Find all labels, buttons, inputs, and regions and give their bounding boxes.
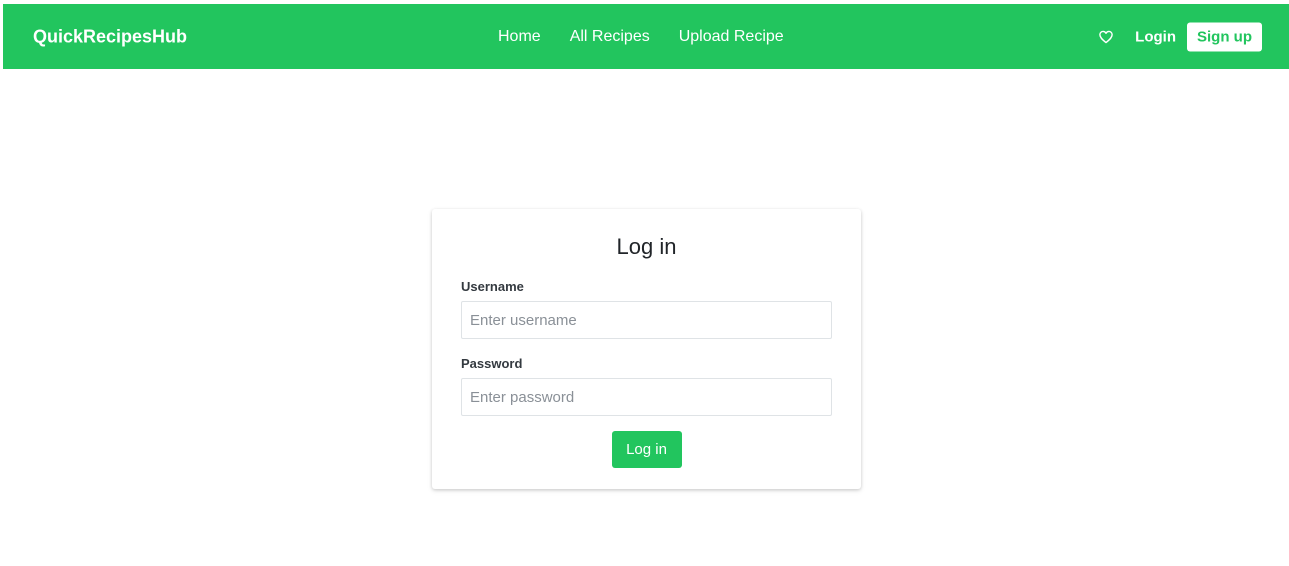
username-input[interactable]: [461, 301, 832, 339]
password-label: Password: [461, 356, 523, 371]
page: QuickRecipesHub Home All Recipes Upload …: [0, 0, 1289, 566]
username-label: Username: [461, 279, 524, 294]
nav-account-area: Login Sign up: [1097, 22, 1262, 51]
main-nav: Home All Recipes Upload Recipe: [498, 28, 784, 46]
submit-row: Log in: [461, 431, 832, 468]
favorites-heart-icon[interactable]: [1097, 28, 1115, 46]
password-input[interactable]: [461, 378, 832, 416]
nav-link-home[interactable]: Home: [498, 28, 541, 46]
brand-logo-link[interactable]: QuickRecipesHub: [33, 26, 187, 47]
nav-link-upload-recipe[interactable]: Upload Recipe: [679, 28, 784, 46]
login-submit-button[interactable]: Log in: [611, 431, 682, 468]
top-navbar: QuickRecipesHub Home All Recipes Upload …: [3, 4, 1289, 69]
signup-button[interactable]: Sign up: [1187, 22, 1262, 51]
login-card: Log in Username Password Log in: [432, 209, 861, 489]
nav-link-all-recipes[interactable]: All Recipes: [570, 28, 650, 46]
heart-outline-icon: [1099, 30, 1113, 43]
login-title: Log in: [616, 234, 677, 259]
nav-login-link[interactable]: Login: [1135, 28, 1176, 45]
